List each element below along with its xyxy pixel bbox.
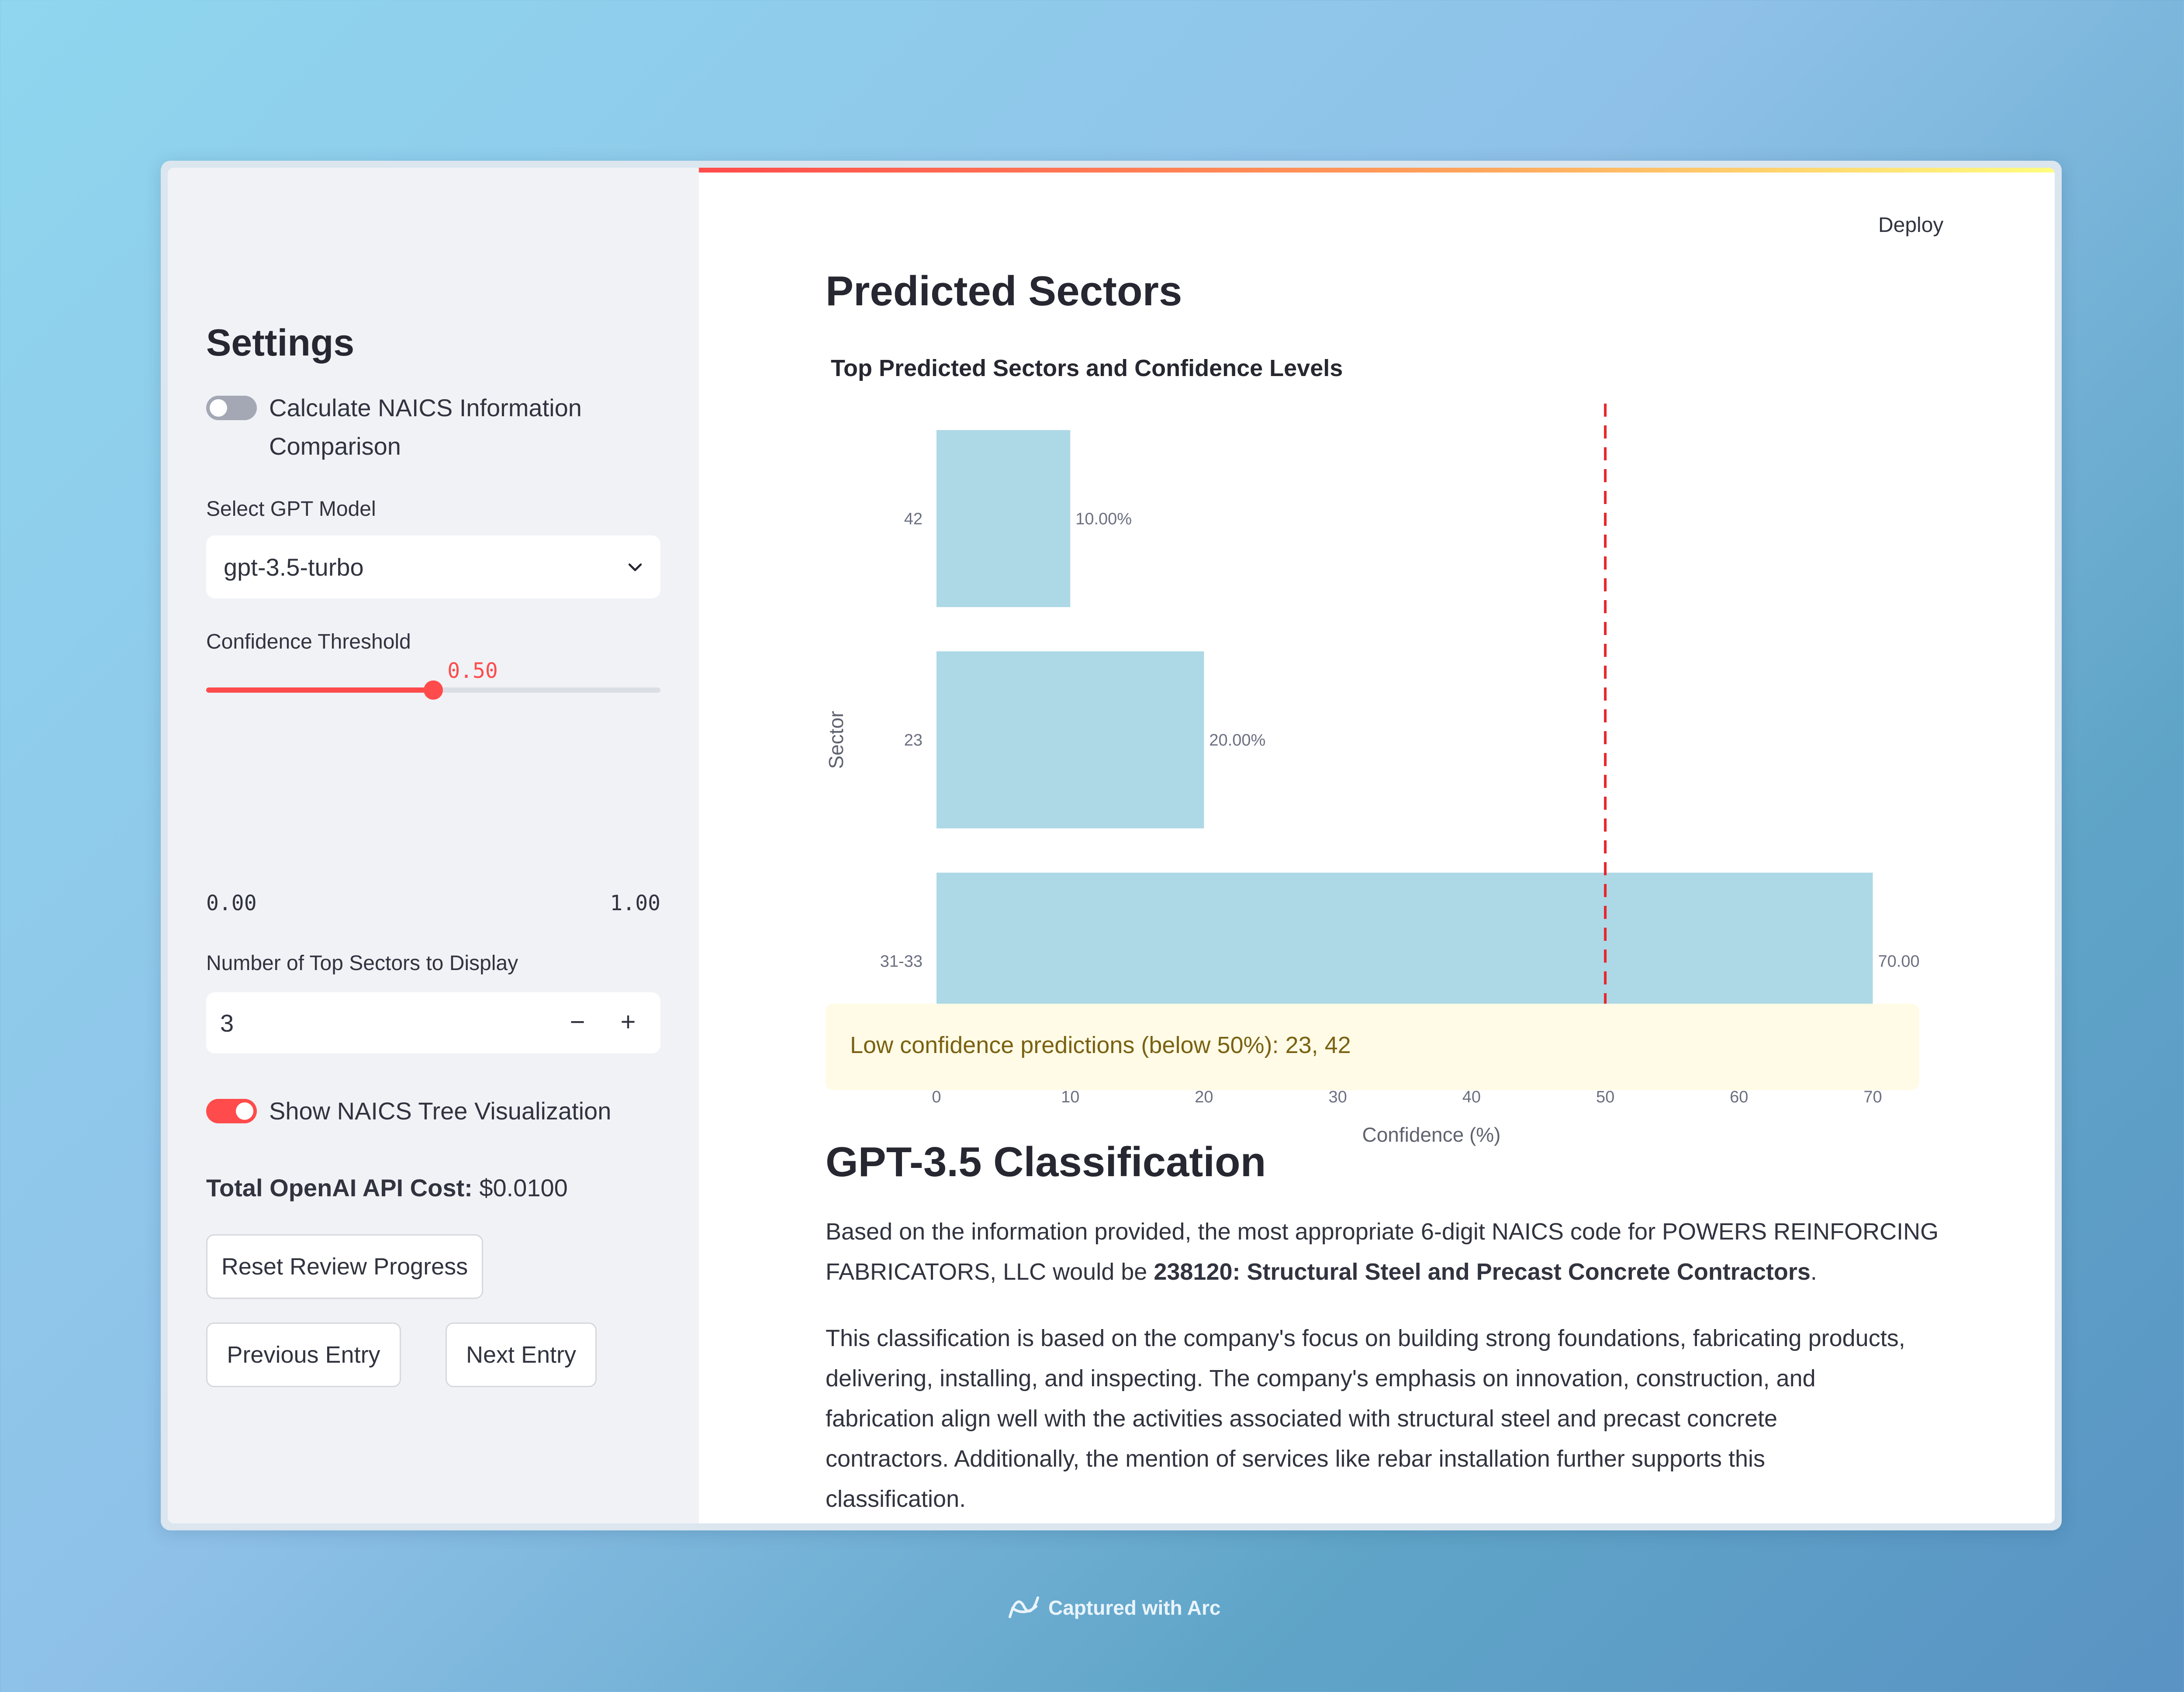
- threshold-label: Confidence Threshold: [206, 630, 411, 653]
- y-axis-title: Sector: [826, 711, 847, 769]
- top-decoration-bar: [699, 168, 2055, 173]
- bar-23: [936, 651, 1204, 829]
- reset-review-button[interactable]: Reset Review Progress: [206, 1234, 483, 1299]
- model-select-value: gpt-3.5-turbo: [224, 553, 364, 581]
- paragraph-2-line: contractors. Additionally, the mention o…: [826, 1446, 1766, 1472]
- arc-logo-icon: [1009, 1596, 1039, 1618]
- top-sectors-input[interactable]: 3 − +: [206, 992, 660, 1053]
- bar-data-label: 70.00: [1878, 953, 1920, 971]
- paragraph-1-text: FABRICATORS, LLC would be: [826, 1259, 1154, 1285]
- toggle-knob: [236, 1102, 253, 1120]
- x-tick-label: 30: [1329, 1088, 1347, 1106]
- app-frame: Settings Calculate NAICS Information Com…: [168, 168, 2055, 1523]
- api-cost-value: $0.0100: [479, 1174, 568, 1202]
- threshold-slider-thumb[interactable]: [424, 680, 443, 700]
- app-window: Settings Calculate NAICS Information Com…: [161, 161, 2062, 1530]
- threshold-value: 0.50: [447, 659, 498, 683]
- x-tick-label: 0: [932, 1088, 941, 1106]
- x-tick-label: 60: [1730, 1088, 1748, 1106]
- decrement-button[interactable]: −: [561, 1005, 594, 1039]
- api-cost-label: Total OpenAI API Cost:: [206, 1174, 473, 1202]
- capture-text: Captured with Arc: [1048, 1596, 1221, 1619]
- classification-heading: GPT-3.5 Classification: [826, 1139, 1266, 1185]
- api-cost: Total OpenAI API Cost: $0.0100: [206, 1169, 568, 1207]
- classification-paragraph-2: This classification is based on the comp…: [826, 1318, 1944, 1519]
- y-tick-label: 23: [904, 731, 923, 749]
- toggle-knob: [210, 399, 227, 417]
- paragraph-2-line: delivering, installing, and inspecting. …: [826, 1365, 1816, 1392]
- naics-code-result: 238120: Structural Steel and Precast Con…: [1154, 1259, 1811, 1285]
- bar-42: [936, 430, 1071, 607]
- paragraph-2-line: This classification is based on the comp…: [826, 1325, 1905, 1351]
- x-tick-label: 20: [1195, 1088, 1213, 1106]
- tree-visualization-toggle[interactable]: [206, 1099, 257, 1123]
- x-tick-label: 70: [1863, 1088, 1882, 1106]
- low-confidence-alert: Low confidence predictions (below 50%): …: [826, 1004, 1919, 1090]
- paragraph-1-line-2: FABRICATORS, LLC would be 238120: Struct…: [826, 1252, 1944, 1292]
- x-tick-label: 50: [1596, 1088, 1614, 1106]
- classification-paragraph-1: Based on the information provided, the m…: [826, 1212, 1944, 1292]
- threshold-min: 0.00: [206, 891, 257, 915]
- previous-entry-button[interactable]: Previous Entry: [206, 1323, 401, 1387]
- naics-comparison-label-line1: Calculate NAICS Information: [269, 394, 582, 421]
- naics-comparison-label-line2: Comparison: [269, 432, 401, 460]
- x-tick-label: 40: [1462, 1088, 1481, 1106]
- threshold-slider-track[interactable]: [206, 680, 660, 700]
- sidebar-title: Settings: [206, 322, 355, 364]
- chevron-down-icon: [628, 563, 642, 571]
- y-tick-label: 42: [904, 510, 923, 528]
- increment-button[interactable]: +: [612, 1005, 645, 1039]
- naics-comparison-label: Calculate NAICS Information Comparison: [269, 389, 582, 466]
- main-content: Deploy Predicted Sectors Top Predicted S…: [699, 168, 2055, 1523]
- bar-data-label: 10.00%: [1075, 510, 1132, 528]
- top-sectors-label: Number of Top Sectors to Display: [206, 952, 518, 975]
- chart-title: Top Predicted Sectors and Confidence Lev…: [831, 355, 1343, 381]
- y-tick-label: 31-33: [880, 953, 923, 971]
- tree-visualization-label: Show NAICS Tree Visualization: [269, 1097, 612, 1125]
- sidebar: Settings Calculate NAICS Information Com…: [168, 168, 699, 1523]
- paragraph-1-line-1: Based on the information provided, the m…: [826, 1219, 1939, 1245]
- deploy-button[interactable]: Deploy: [1878, 213, 1943, 237]
- predicted-sectors-heading: Predicted Sectors: [826, 268, 1182, 314]
- capture-badge: Captured with Arc: [1007, 1594, 1220, 1621]
- next-entry-button[interactable]: Next Entry: [446, 1323, 597, 1387]
- bar-data-label: 20.00%: [1209, 731, 1265, 749]
- threshold-max: 1.00: [610, 891, 660, 915]
- threshold-slider-fill: [206, 687, 433, 693]
- model-select[interactable]: gpt-3.5-turbo: [206, 535, 660, 598]
- x-tick-label: 10: [1061, 1088, 1079, 1106]
- paragraph-2-line: fabrication align well with the activiti…: [826, 1405, 1778, 1432]
- naics-comparison-toggle[interactable]: [206, 396, 257, 420]
- paragraph-2-line: classification.: [826, 1486, 966, 1512]
- x-axis-title: Confidence (%): [1362, 1123, 1500, 1146]
- paragraph-1-period: .: [1810, 1259, 1817, 1285]
- low-confidence-alert-text: Low confidence predictions (below 50%): …: [850, 1032, 1351, 1058]
- model-select-label: Select GPT Model: [206, 497, 376, 521]
- top-sectors-value: 3: [220, 1009, 234, 1037]
